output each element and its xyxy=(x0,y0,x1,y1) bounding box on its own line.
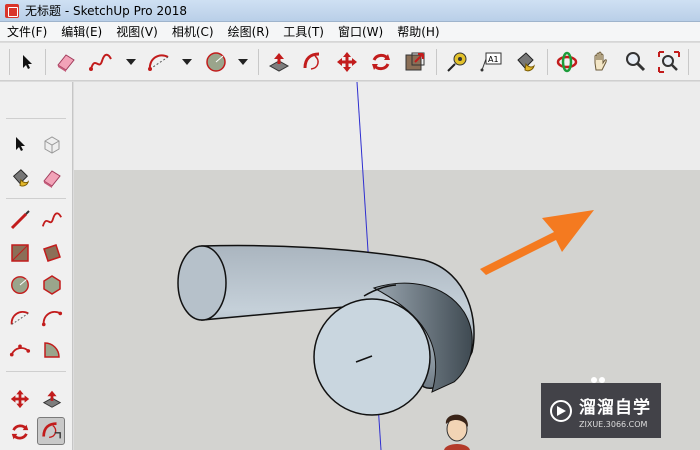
zoom-extents-icon[interactable] xyxy=(656,49,682,75)
sketchup-logo-icon xyxy=(5,3,19,18)
sky-background xyxy=(74,82,700,170)
freehand-icon[interactable] xyxy=(38,206,66,234)
pipe-far-end[interactable] xyxy=(177,245,227,321)
toolbar-separator xyxy=(547,49,548,75)
toolbar-separator xyxy=(688,49,689,75)
paint-bucket-icon[interactable] xyxy=(6,164,34,192)
eraser-icon[interactable] xyxy=(38,164,66,192)
title-bar: 无标题 - SketchUp Pro 2018 xyxy=(0,0,700,22)
text-icon[interactable]: A1 xyxy=(478,49,504,75)
push-pull-icon[interactable] xyxy=(266,49,292,75)
push-pull-icon[interactable] xyxy=(38,385,66,413)
follow-me-icon[interactable] xyxy=(37,417,65,445)
large-tool-set xyxy=(0,82,73,450)
pie-icon[interactable] xyxy=(38,336,66,364)
scale-icon[interactable] xyxy=(402,49,428,75)
line-icon[interactable] xyxy=(6,206,34,234)
rotated-rectangle-icon[interactable] xyxy=(38,239,66,267)
watermark-logo-icon xyxy=(550,399,572,422)
circle-icon[interactable] xyxy=(203,49,229,75)
chevron-down-icon[interactable] xyxy=(238,59,248,65)
menu-edit[interactable]: 编辑(E) xyxy=(54,22,109,42)
rotate-icon[interactable] xyxy=(368,49,394,75)
pipe-end-face[interactable] xyxy=(313,298,431,416)
watermark: 溜溜自学 ZIXUE.3066.COM xyxy=(541,383,661,438)
tool-separator xyxy=(6,118,66,119)
tool-separator xyxy=(6,371,66,372)
follow-me-icon[interactable] xyxy=(300,49,326,75)
toolbar-separator xyxy=(45,49,46,75)
rotate-icon[interactable] xyxy=(6,418,34,446)
orbit-icon[interactable] xyxy=(554,49,580,75)
select-icon[interactable] xyxy=(14,49,40,75)
toolbar-separator xyxy=(258,49,259,75)
move-icon[interactable] xyxy=(6,385,34,413)
menu-help[interactable]: 帮助(H) xyxy=(390,22,446,42)
window-title: 无标题 - SketchUp Pro 2018 xyxy=(25,4,187,18)
menu-draw[interactable]: 绘图(R) xyxy=(221,22,277,42)
menu-window[interactable]: 窗口(W) xyxy=(331,22,390,42)
chevron-down-icon[interactable] xyxy=(126,59,136,65)
make-component-icon[interactable] xyxy=(38,131,66,159)
rectangle-icon[interactable] xyxy=(6,239,34,267)
menu-file[interactable]: 文件(F) xyxy=(0,22,54,42)
toolbar-separator xyxy=(436,49,437,75)
move-icon[interactable] xyxy=(334,49,360,75)
menu-camera[interactable]: 相机(C) xyxy=(165,22,221,42)
toolbar-grip xyxy=(9,49,10,75)
zoom-icon[interactable] xyxy=(622,49,648,75)
watermark-url: ZIXUE.3066.COM xyxy=(579,419,648,429)
two-point-arc-icon[interactable] xyxy=(38,304,66,332)
three-point-arc-icon[interactable] xyxy=(6,336,34,364)
paint-bucket-icon[interactable] xyxy=(512,49,538,75)
pan-icon[interactable] xyxy=(588,49,614,75)
watermark-logo-text: 溜溜自学 xyxy=(579,397,651,418)
eraser-icon[interactable] xyxy=(53,49,79,75)
arc-icon[interactable] xyxy=(146,49,172,75)
freehand-icon[interactable] xyxy=(88,49,114,75)
menu-view[interactable]: 视图(V) xyxy=(109,22,165,42)
circle-icon[interactable] xyxy=(6,271,34,299)
chevron-down-icon[interactable] xyxy=(182,59,192,65)
main-toolbar: A1 xyxy=(0,43,700,81)
svg-text:A1: A1 xyxy=(488,55,499,64)
select-icon[interactable] xyxy=(6,131,34,159)
tape-measure-icon[interactable] xyxy=(444,49,470,75)
arc-icon[interactable] xyxy=(6,304,34,332)
menu-bar: 文件(F) 编辑(E) 视图(V) 相机(C) 绘图(R) 工具(T) 窗口(W… xyxy=(0,22,700,42)
tool-separator xyxy=(6,198,66,199)
polygon-icon[interactable] xyxy=(38,271,66,299)
menu-tools[interactable]: 工具(T) xyxy=(276,22,331,42)
